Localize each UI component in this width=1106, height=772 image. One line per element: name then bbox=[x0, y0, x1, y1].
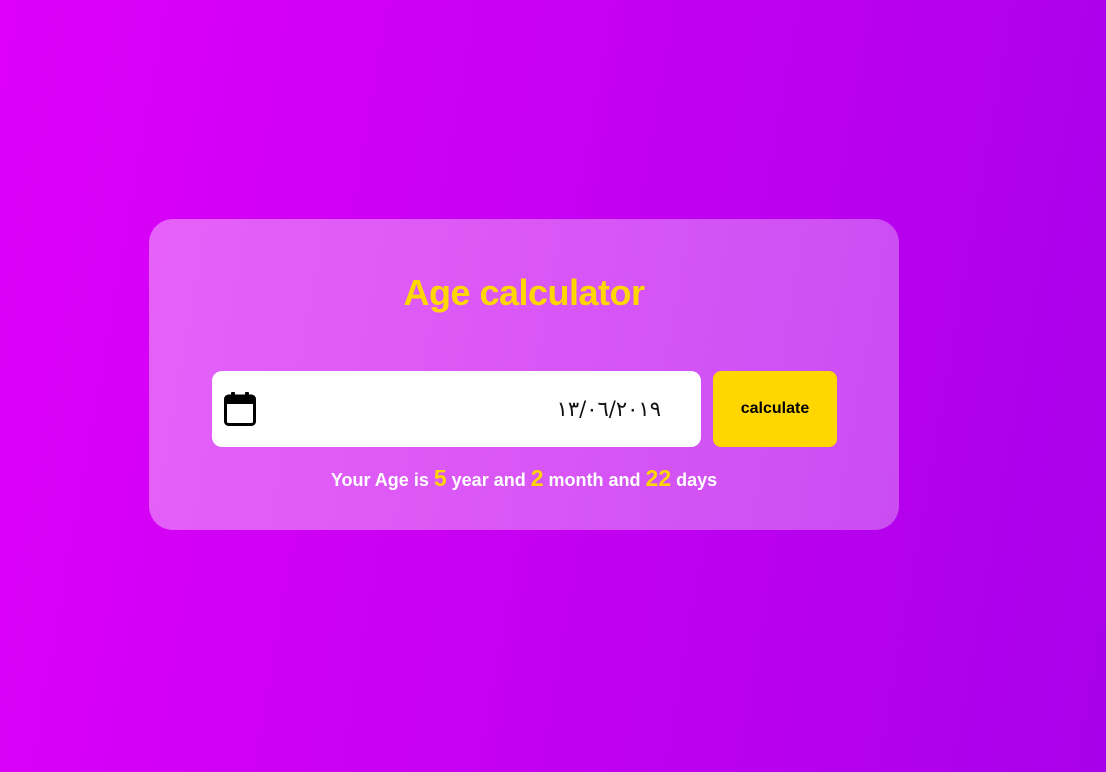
result-prefix: Your Age is bbox=[330, 470, 429, 490]
calculate-button[interactable]: calculate bbox=[713, 371, 837, 447]
age-result: Your Age is 5 year and 2 month and 22 da… bbox=[149, 465, 899, 493]
result-year-word: year and bbox=[451, 470, 526, 490]
result-days: 22 bbox=[645, 465, 672, 491]
birthdate-field[interactable]: ١٣/٠٦/٢٠١٩ bbox=[212, 371, 701, 447]
result-day-word: days bbox=[676, 470, 718, 490]
page-title: Age calculator bbox=[403, 272, 645, 313]
age-calculator-card: Age calculator ١٣/٠٦/٢٠١٩ calculate Your… bbox=[149, 219, 899, 530]
result-months: 2 bbox=[530, 465, 544, 491]
calendar-icon[interactable] bbox=[224, 392, 256, 426]
result-month-word: month and bbox=[548, 470, 641, 490]
result-years: 5 bbox=[433, 465, 447, 491]
birthdate-value[interactable]: ١٣/٠٦/٢٠١٩ bbox=[557, 395, 661, 423]
